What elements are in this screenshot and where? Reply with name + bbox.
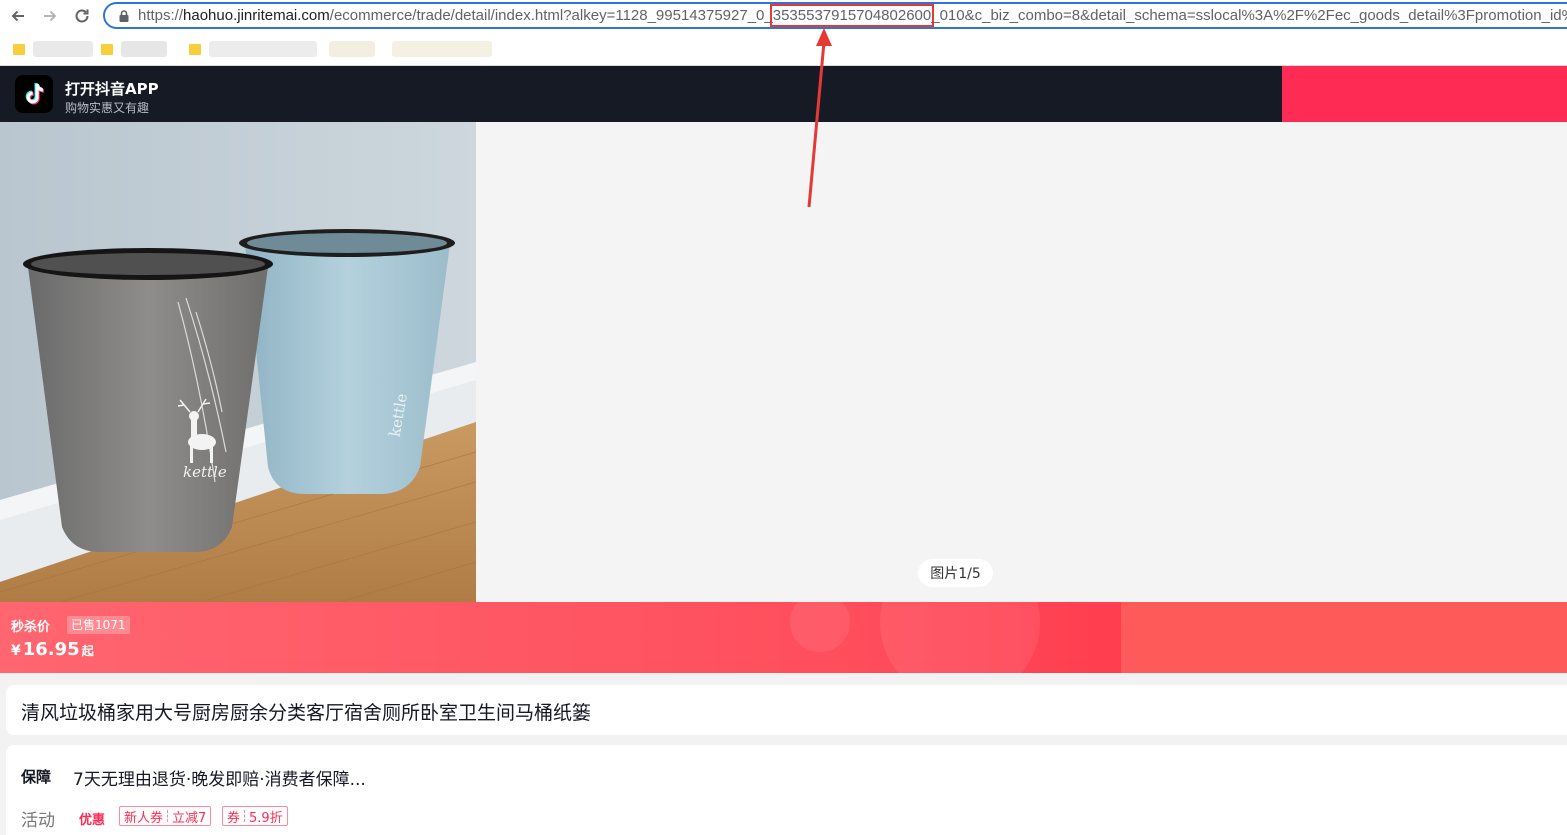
activity-label: 活动 xyxy=(21,811,55,831)
bookmark-item[interactable] xyxy=(329,40,375,58)
coupon-value: 立减7 xyxy=(172,810,207,826)
product-gallery[interactable]: kettle kettle 图片1/5 xyxy=(0,122,1567,602)
new-user-coupon[interactable]: 新人券 立减7 xyxy=(119,806,212,826)
reload-icon xyxy=(75,9,89,23)
douyin-logo xyxy=(15,75,53,113)
url-host: haohuo.jinritemai.com xyxy=(183,7,330,24)
app-download-header: 打开抖音APP 购物实惠又有趣 xyxy=(0,66,1282,122)
folder-icon xyxy=(13,43,25,55)
discount-tag: 优惠 xyxy=(79,813,106,828)
image-counter: 图片1/5 xyxy=(918,559,993,587)
coupon-type: 券 xyxy=(227,810,241,826)
banner-right-panel xyxy=(1121,602,1567,673)
open-app-title: 打开抖音APP xyxy=(65,80,159,98)
blurred-label xyxy=(329,41,375,57)
discount-coupon[interactable]: 券 5.9折 xyxy=(222,806,288,826)
coupon-value: 5.9折 xyxy=(249,810,283,826)
product-image[interactable]: kettle kettle xyxy=(0,122,476,602)
product-title-card: 清风垃圾桶家用大号厨房厨余分类客厅宿舍厕所卧室卫生间马桶纸篓 xyxy=(6,685,1567,735)
blurred-label xyxy=(392,41,492,57)
folder-icon xyxy=(189,43,201,55)
browser-toolbar: https://haohuo.jinritemai.com/ecommerce/… xyxy=(0,0,1567,32)
currency-symbol: ¥ xyxy=(11,643,21,659)
bookmark-item[interactable] xyxy=(101,40,167,58)
guarantee-text[interactable]: 7天无理由退货·晚发即赔·消费者保障... xyxy=(73,765,366,790)
arrow-right-icon xyxy=(44,10,57,22)
bookmark-item[interactable] xyxy=(392,40,492,58)
sold-count-badge: 已售1071 xyxy=(67,616,130,634)
open-app-button[interactable] xyxy=(1282,66,1567,122)
price-suffix: 起 xyxy=(81,644,94,658)
back-button[interactable] xyxy=(6,4,30,28)
arrow-left-icon xyxy=(11,10,24,22)
decor-circle xyxy=(790,602,850,652)
url-path: /ecommerce/trade/detail/index.html?alkey… xyxy=(329,7,773,24)
service-info-card: 保障 7天无理由退货·晚发即赔·消费者保障... 活动 优惠 新人券 立减7 券… xyxy=(6,745,1567,835)
reload-button[interactable] xyxy=(70,4,94,28)
price: ¥ 16.95 起 xyxy=(11,639,94,660)
tiktok-note-icon xyxy=(25,83,44,105)
bookmark-item[interactable] xyxy=(13,40,93,58)
lock-icon xyxy=(119,10,129,22)
seckill-label: 秒杀价 xyxy=(11,620,51,635)
blurred-label xyxy=(33,41,93,57)
folder-icon xyxy=(101,43,113,55)
price-value: 16.95 xyxy=(22,639,80,660)
trash-bins-photo: kettle kettle xyxy=(0,122,476,602)
coupon-type: 新人券 xyxy=(124,810,164,826)
product-title: 清风垃圾桶家用大号厨房厨余分类客厅宿舍厕所卧室卫生间马桶纸篓 xyxy=(21,702,592,724)
url-highlighted-id: 3535537915704802600 xyxy=(769,4,935,27)
bin-brand-text: kettle xyxy=(183,463,227,481)
seckill-price-banner: 秒杀价 已售1071 ¥ 16.95 起 xyxy=(0,602,1567,673)
forward-button[interactable] xyxy=(38,4,62,28)
guarantee-label: 保障 xyxy=(21,768,52,786)
bookmark-item[interactable] xyxy=(189,40,317,58)
blurred-label xyxy=(121,41,167,57)
blurred-label xyxy=(209,41,317,57)
decor-circle xyxy=(880,602,1040,673)
url-text: https://haohuo.jinritemai.com/ecommerce/… xyxy=(138,4,1567,27)
address-bar[interactable]: https://haohuo.jinritemai.com/ecommerce/… xyxy=(103,2,1567,29)
bookmarks-bar xyxy=(0,32,1567,66)
open-app-subtitle: 购物实惠又有趣 xyxy=(65,101,150,115)
url-query: _010&c_biz_combo=8&detail_schema=sslocal… xyxy=(931,7,1567,24)
url-scheme: https:// xyxy=(138,7,184,24)
